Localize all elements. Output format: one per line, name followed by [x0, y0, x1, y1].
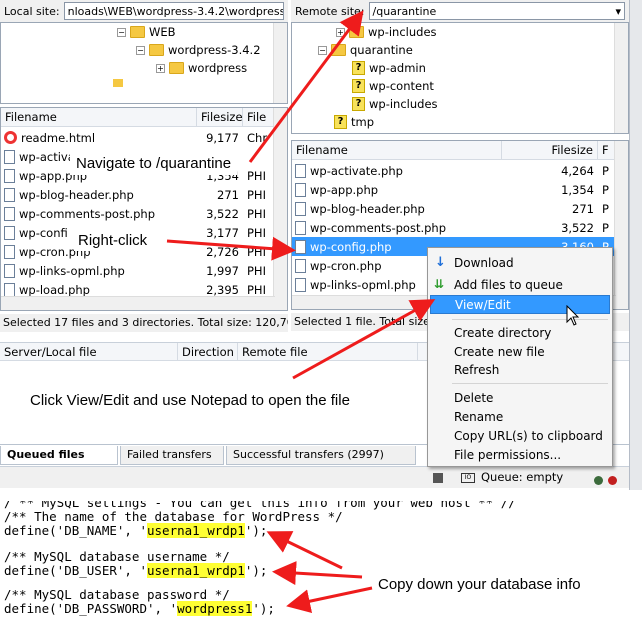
arrow-to-db-user: [272, 561, 363, 586]
annotation-arrows: [166, 10, 436, 613]
arrow-to-db-name: [266, 531, 343, 570]
arrow-to-wp-config: [166, 236, 296, 261]
arrow-to-view-edit: [292, 299, 436, 380]
arrow-to-db-password: [286, 586, 373, 613]
arrow-to-remote-path: [248, 10, 364, 163]
